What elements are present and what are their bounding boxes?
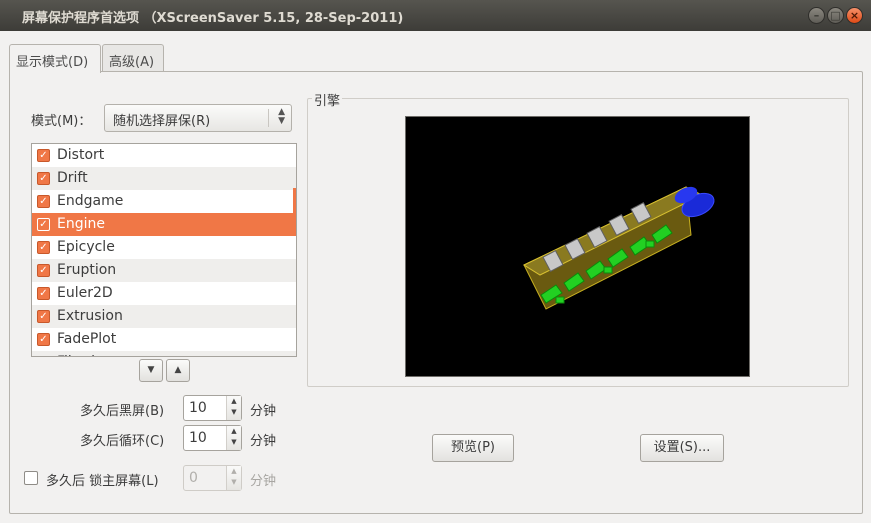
lock-checkbox[interactable] [24, 471, 38, 485]
engine-preview-image [522, 186, 715, 310]
lock-after-value: 0 [189, 470, 198, 486]
engine-frame-title: 引擎 [312, 90, 343, 109]
spinner-arrows-icon: ▲ ▼ [226, 466, 241, 490]
tab-label: 高级(A) [109, 55, 155, 70]
screensaver-preview [405, 116, 750, 377]
checkbox-icon[interactable]: ✓ [37, 172, 50, 185]
combo-separator [268, 109, 269, 127]
saver-list[interactable]: ✓ Fiberlamp ✓ FadePlot ✓ Extrusion ✓ Euler2D ✓ Er… [31, 143, 297, 357]
lock-after-unit: 分钟 [250, 474, 277, 489]
lock-label: 多久后 锁主屏幕(L) [46, 474, 159, 489]
title-bar[interactable]: 屏幕保护程序首选项 （XScreenSaver 5.15, 28-Sep-201… [0, 0, 871, 31]
list-item-label: Endgame [57, 193, 124, 209]
mode-label: 模式(M)： [31, 114, 92, 129]
list-item[interactable]: ✓ FadePlot [32, 328, 296, 351]
checkbox-icon[interactable]: ✓ [37, 241, 50, 254]
cycle-after-label: 多久后循环(C) [80, 434, 165, 449]
list-item[interactable]: ✓ Drift [32, 167, 296, 190]
checkbox-icon[interactable]: ✓ [37, 218, 50, 231]
minimize-icon[interactable]: – [808, 7, 825, 24]
checkbox-icon[interactable]: ✓ [37, 195, 50, 208]
arrow-up-icon: ▲ [174, 365, 182, 375]
maximize-icon[interactable]: □ [827, 7, 844, 24]
window-title: 屏幕保护程序首选项 （XScreenSaver 5.15, 28-Sep-201… [22, 11, 404, 26]
preview-button[interactable]: 预览(P) [432, 434, 514, 462]
list-item[interactable]: ✓ Fiberlamp [32, 351, 296, 357]
list-item[interactable]: ✓ Extrusion [32, 305, 296, 328]
checkbox-icon[interactable]: ✓ [37, 149, 50, 162]
list-item-label: Distort [57, 147, 105, 163]
list-item[interactable]: ✓ Engine [32, 213, 296, 236]
close-icon[interactable]: × [846, 7, 863, 24]
list-item-label: Fiberlamp [57, 354, 126, 356]
checkbox-icon[interactable]: ✓ [37, 310, 50, 323]
tab-advanced[interactable]: 高级(A) [102, 44, 164, 72]
list-item-label: Engine [57, 216, 105, 232]
blank-after-value[interactable]: 10 [189, 400, 207, 416]
cycle-after-unit: 分钟 [250, 434, 277, 449]
list-item[interactable]: ✓ Distort [32, 144, 296, 167]
list-item[interactable]: ✓ Euler2D [32, 282, 296, 305]
blank-after-unit: 分钟 [250, 404, 277, 419]
cycle-after-value[interactable]: 10 [189, 430, 207, 446]
lock-after-spinner: 0 ▲ ▼ [183, 465, 242, 491]
mode-value: 随机选择屏保(R) [113, 114, 211, 129]
list-item[interactable]: ✓ Eruption [32, 259, 296, 282]
list-item[interactable]: ✓ Epicycle [32, 236, 296, 259]
list-item-label: Drift [57, 170, 88, 186]
checkbox-icon[interactable]: ✓ [37, 287, 50, 300]
checkbox-icon[interactable]: ✓ [37, 356, 50, 357]
move-down-button[interactable]: ▼ [139, 359, 163, 382]
list-item-label: FadePlot [57, 331, 117, 347]
checkbox-icon[interactable]: ✓ [37, 264, 50, 277]
list-item-label: Extrusion [57, 308, 123, 324]
updown-arrows-icon: ▲ ▼ [278, 107, 285, 126]
spinner-arrows-icon[interactable]: ▲ ▼ [226, 396, 241, 420]
list-item-label: Euler2D [57, 285, 113, 301]
cycle-after-spinner[interactable]: 10 ▲ ▼ [183, 425, 242, 451]
blank-after-label: 多久后黑屏(B) [80, 404, 165, 419]
mode-select[interactable]: 随机选择屏保(R) ▲ ▼ [104, 104, 292, 132]
move-up-button[interactable]: ▲ [166, 359, 190, 382]
list-item[interactable]: ✓ Endgame [32, 190, 296, 213]
tab-label: 显示模式(D) [16, 55, 89, 70]
arrow-down-icon: ▼ [147, 365, 155, 375]
tab-display-mode[interactable]: 显示模式(D) [9, 44, 101, 73]
list-item-label: Eruption [57, 262, 117, 278]
settings-button[interactable]: 设置(S)... [640, 434, 724, 462]
checkbox-icon[interactable]: ✓ [37, 333, 50, 346]
list-item-label: Epicycle [57, 239, 115, 255]
blank-after-spinner[interactable]: 10 ▲ ▼ [183, 395, 242, 421]
scrollbar[interactable] [293, 188, 296, 236]
spinner-arrows-icon[interactable]: ▲ ▼ [226, 426, 241, 450]
